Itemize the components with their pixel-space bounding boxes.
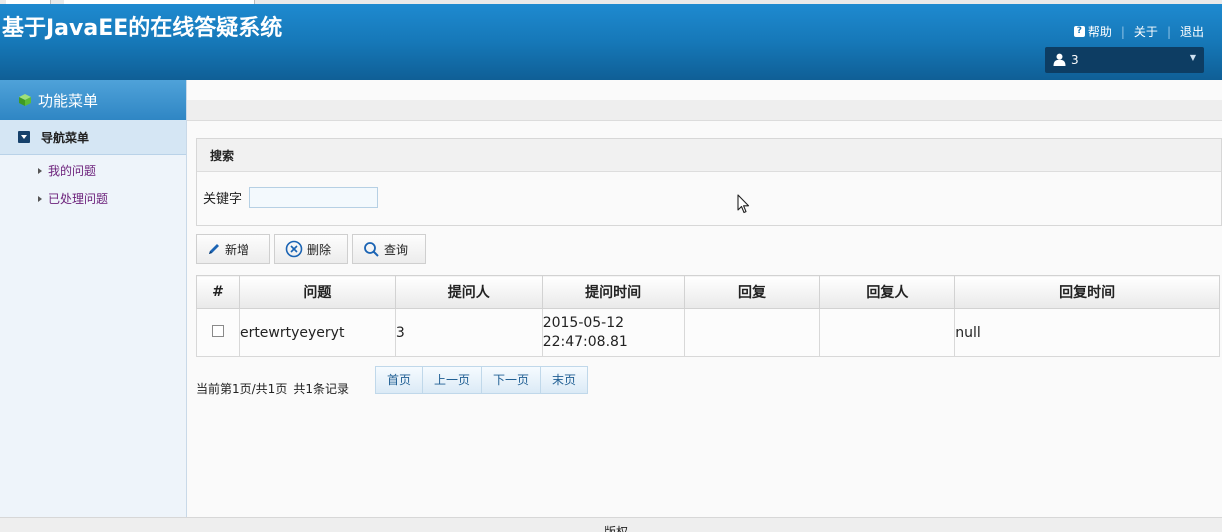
cell-question: ertewrtyeyeryt	[238, 308, 396, 357]
link-separator: |	[1166, 24, 1171, 39]
sidebar-item-label: 已处理问题	[48, 192, 109, 206]
bullet-arrow-icon	[38, 195, 42, 202]
keyword-input[interactable]	[249, 187, 379, 208]
about-link[interactable]: 关于	[1134, 23, 1158, 40]
sidebar-header: 功能菜单	[0, 80, 186, 120]
bullet-arrow-icon	[38, 167, 42, 174]
footer: 版权	[0, 517, 1222, 532]
search-panel-title: 搜索	[197, 139, 1221, 172]
table-header-row: # 问题 提问人 提问时间 回复 回复人 回复时间	[196, 275, 1220, 309]
search-panel: 搜索 关键字	[196, 138, 1222, 226]
nav-menu-title: 导航菜单	[41, 130, 90, 145]
query-button[interactable]: 查询	[352, 234, 426, 264]
user-icon	[1053, 53, 1066, 69]
add-button[interactable]: 新增	[196, 234, 270, 264]
sidebar-title: 功能菜单	[38, 91, 99, 110]
pencil-icon	[209, 244, 219, 254]
last-page-button[interactable]: 末页	[541, 367, 588, 393]
nav-menu-header[interactable]: 导航菜单	[0, 120, 186, 155]
prev-page-button[interactable]: 上一页	[423, 367, 483, 393]
pager-page-info: 当前第1页/共1页	[196, 382, 288, 396]
search-row: 关键字	[203, 187, 379, 208]
questions-table: # 问题 提问人 提问时间 回复 回复人 回复时间 ertewrtyeyeryt…	[196, 275, 1220, 357]
cell-ask-date: 2015-05-12	[542, 314, 625, 331]
column-header-index: #	[196, 275, 240, 309]
keyword-label: 关键字	[203, 192, 243, 207]
delete-circle-icon	[285, 240, 303, 258]
cell-replier	[819, 308, 956, 357]
delete-button[interactable]: 删除	[274, 234, 348, 264]
user-name: 3	[1071, 53, 1079, 67]
toolbar: 新增 删除 查询	[196, 234, 430, 264]
sidebar-item-label: 我的问题	[48, 164, 97, 178]
header-links: ? 帮助 | 关于 | 退出	[1073, 23, 1204, 40]
row-select-cell	[196, 308, 240, 357]
help-link[interactable]: 帮助	[1088, 23, 1112, 40]
link-separator: |	[1120, 24, 1125, 39]
cell-asker: 3	[394, 308, 543, 357]
pager-total-info: 共1条记录	[293, 382, 349, 396]
sidebar: 功能菜单 导航菜单 我的问题 已处理问题	[0, 80, 187, 517]
column-header-replier[interactable]: 回复人	[819, 275, 956, 309]
main-content: 搜索 关键字 新增 删除 查询 # 问题 提问人 提问时间 回复 回复人 回复时…	[187, 80, 1222, 517]
pager-info: 当前第1页/共1页 共1条记录	[196, 380, 349, 397]
chevron-down-icon: ▼	[1189, 53, 1196, 62]
column-header-reply-time[interactable]: 回复时间	[954, 275, 1220, 309]
logout-link[interactable]: 退出	[1180, 23, 1204, 40]
first-page-button[interactable]: 首页	[376, 367, 424, 393]
breadcrumb-bar	[187, 100, 1222, 121]
row-checkbox[interactable]	[211, 324, 224, 337]
table-row[interactable]: ertewrtyeyeryt 3 2015-05-12 22:47:08.81 …	[196, 308, 1220, 357]
column-header-reply[interactable]: 回复	[683, 275, 821, 309]
app-title: 基于JavaEE的在线答疑系统	[2, 16, 283, 41]
cell-reply	[683, 308, 821, 357]
cell-reply-time: null	[954, 308, 1220, 357]
search-icon	[364, 241, 379, 257]
collapse-icon[interactable]	[18, 131, 30, 143]
cell-ask-time: 2015-05-12 22:47:08.81	[541, 308, 685, 357]
column-header-ask-time[interactable]: 提问时间	[541, 275, 685, 309]
help-icon: ?	[1073, 26, 1085, 37]
column-header-question[interactable]: 问题	[238, 275, 396, 309]
delete-button-label: 删除	[307, 242, 332, 257]
query-button-label: 查询	[384, 242, 409, 257]
add-button-label: 新增	[225, 242, 250, 257]
app-header: 基于JavaEE的在线答疑系统 ? 帮助 | 关于 | 退出 3 ▼	[0, 4, 1222, 80]
sidebar-item-my-questions[interactable]: 我的问题	[0, 157, 186, 185]
cell-ask-clock: 22:47:08.81	[542, 333, 628, 350]
user-dropdown[interactable]: 3 ▼	[1045, 47, 1204, 73]
pager: 首页 上一页 下一页 末页	[375, 366, 589, 394]
next-page-button[interactable]: 下一页	[482, 367, 542, 393]
sidebar-item-handled-questions[interactable]: 已处理问题	[0, 185, 186, 213]
column-header-asker[interactable]: 提问人	[394, 275, 543, 309]
cube-icon	[19, 94, 31, 106]
mouse-cursor-icon	[737, 194, 751, 218]
